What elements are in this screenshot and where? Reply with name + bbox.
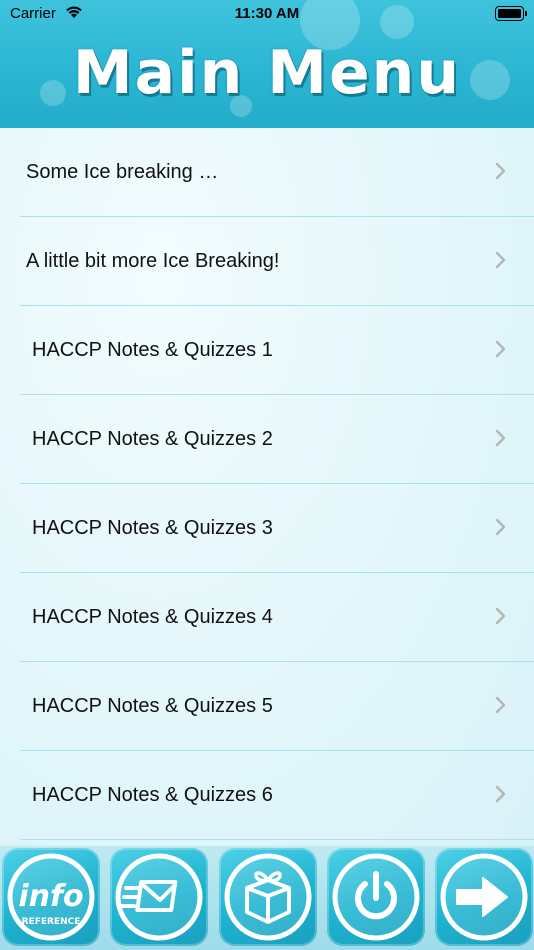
main-menu-list: Some Ice breaking … A little bit more Ic… <box>0 128 534 846</box>
menu-item-label: Some Ice breaking … <box>26 161 219 183</box>
page-title: Main Menu <box>72 38 462 108</box>
menu-item-haccp-3[interactable]: HACCP Notes & Quizzes 3 <box>0 484 534 573</box>
menu-item-label: A little bit more Ice Breaking! <box>26 250 280 272</box>
info-reference-icon: info REFERENCE <box>7 853 95 941</box>
next-button[interactable] <box>435 848 533 946</box>
divider <box>20 839 534 840</box>
mail-icon <box>115 853 203 941</box>
mail-button[interactable] <box>110 848 208 946</box>
menu-item-haccp-2[interactable]: HACCP Notes & Quizzes 2 <box>0 395 534 484</box>
info-reference-button[interactable]: info REFERENCE <box>2 848 100 946</box>
arrow-right-icon <box>440 853 528 941</box>
status-bar: Carrier 11:30 AM <box>0 0 534 28</box>
chevron-right-icon <box>495 251 506 269</box>
power-icon <box>332 853 420 941</box>
power-button[interactable] <box>327 848 425 946</box>
chevron-right-icon <box>495 429 506 447</box>
bottom-toolbar: info REFERENCE <box>0 846 534 950</box>
battery-icon <box>495 6 527 21</box>
menu-item-haccp-1[interactable]: HACCP Notes & Quizzes 1 <box>0 306 534 395</box>
gift-icon <box>224 853 312 941</box>
reference-text: REFERENCE <box>22 917 81 927</box>
menu-item-haccp-5[interactable]: HACCP Notes & Quizzes 5 <box>0 662 534 751</box>
menu-item-label: HACCP Notes & Quizzes 3 <box>32 517 273 539</box>
menu-item-label: HACCP Notes & Quizzes 6 <box>32 784 273 806</box>
menu-item-label: HACCP Notes & Quizzes 1 <box>32 339 273 361</box>
menu-item-more-ice-breaking[interactable]: A little bit more Ice Breaking! <box>0 217 534 306</box>
chevron-right-icon <box>495 518 506 536</box>
menu-item-label: HACCP Notes & Quizzes 4 <box>32 606 273 628</box>
chevron-right-icon <box>495 607 506 625</box>
menu-item-label: HACCP Notes & Quizzes 2 <box>32 428 273 450</box>
menu-item-label: HACCP Notes & Quizzes 5 <box>32 695 273 717</box>
chevron-right-icon <box>495 162 506 180</box>
chevron-right-icon <box>495 696 506 714</box>
menu-item-ice-breaking[interactable]: Some Ice breaking … <box>0 128 534 217</box>
menu-item-haccp-4[interactable]: HACCP Notes & Quizzes 4 <box>0 573 534 662</box>
gift-button[interactable] <box>219 848 317 946</box>
menu-item-haccp-6[interactable]: HACCP Notes & Quizzes 6 <box>0 751 534 840</box>
header: Carrier 11:30 AM Main Menu <box>0 0 534 128</box>
chevron-right-icon <box>495 785 506 803</box>
chevron-right-icon <box>495 340 506 358</box>
clock: 11:30 AM <box>234 5 300 22</box>
info-text: info <box>18 879 83 914</box>
